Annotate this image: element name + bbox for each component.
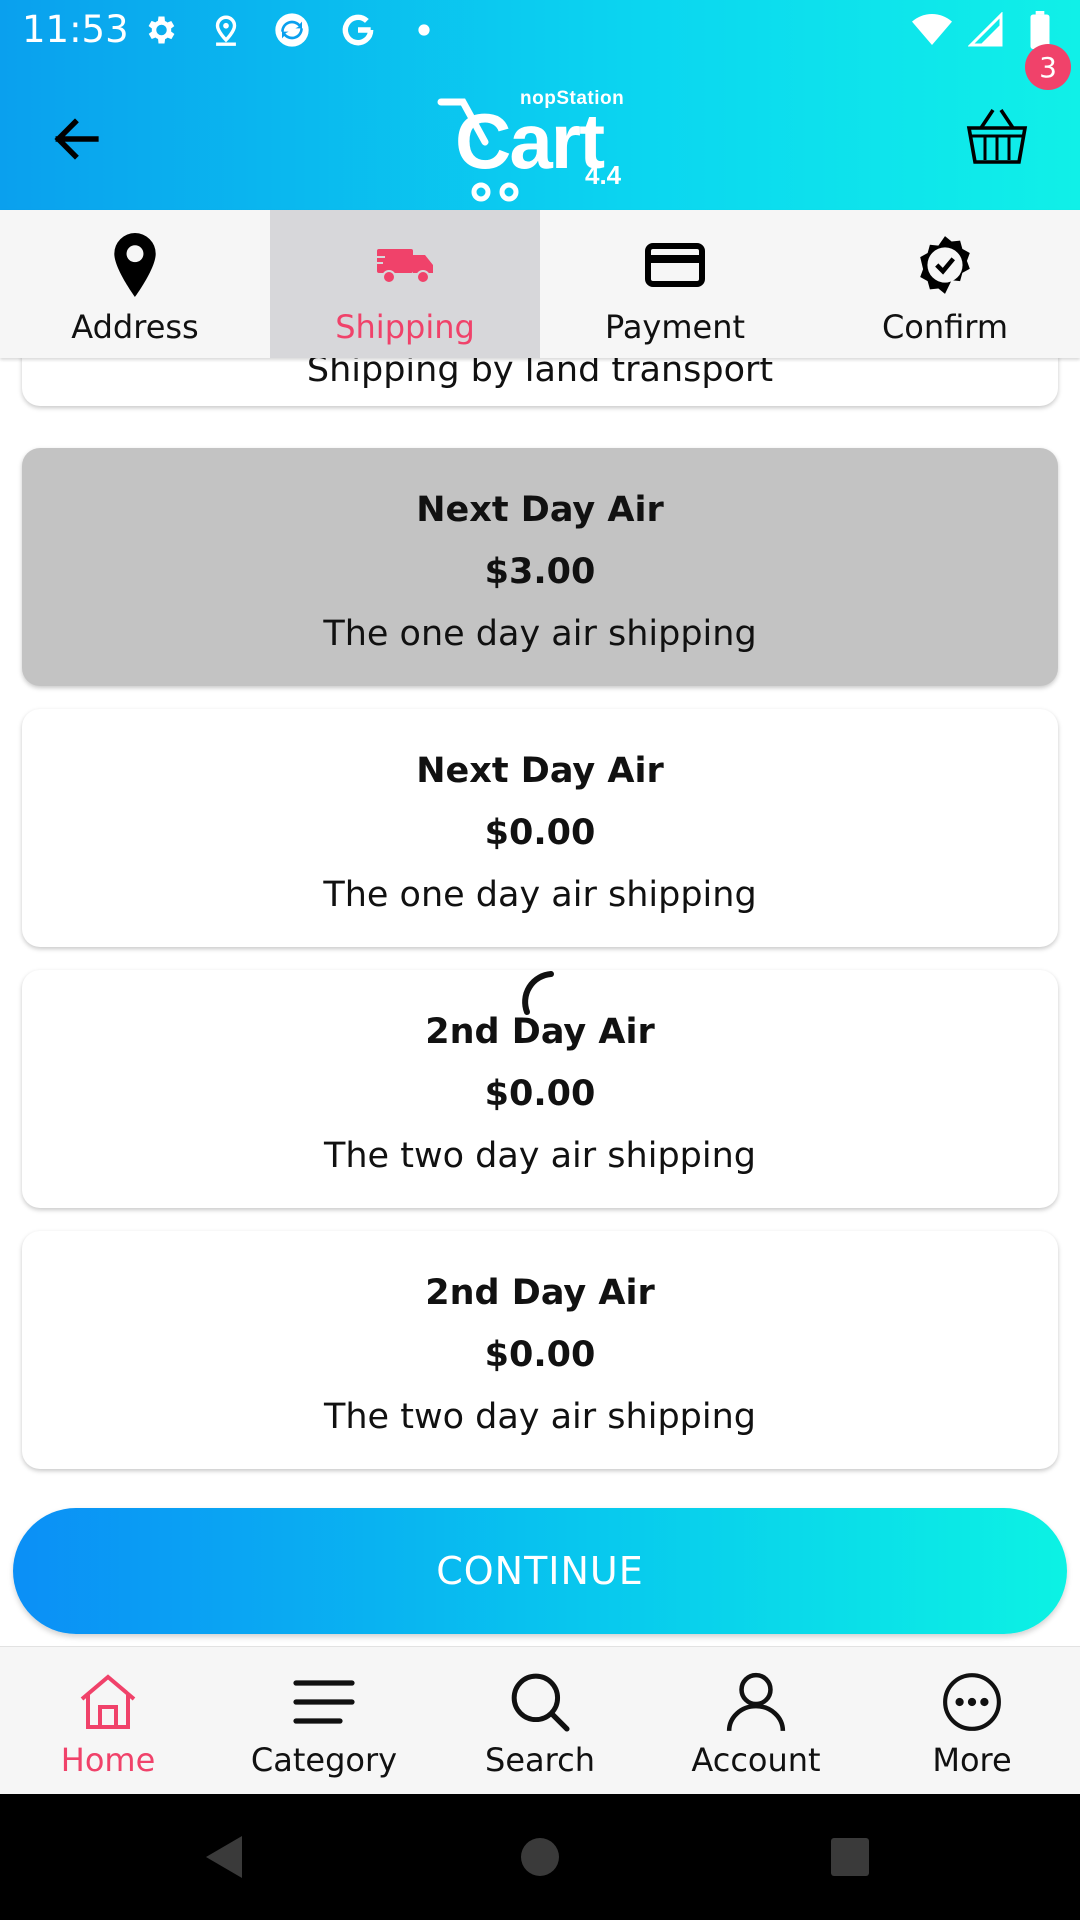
shipping-option-ground[interactable]: Shipping by land transport — [22, 358, 1058, 406]
shipping-option-name: 2nd Day Air — [425, 1273, 655, 1313]
nav-label: Account — [691, 1741, 821, 1779]
shipping-option-next-day-air-selected[interactable]: Next Day Air $3.00 The one day air shipp… — [22, 448, 1058, 686]
shipping-option-name: 2nd Day Air — [425, 1012, 655, 1052]
shipping-option-price: $0.00 — [484, 813, 596, 853]
top-bar: nopStation Cart 4.4 — [0, 64, 1080, 210]
shipping-option-description: Shipping by land transport — [306, 358, 774, 390]
system-navigation-bar — [0, 1794, 1080, 1920]
step-label: Shipping — [335, 308, 475, 346]
shipping-option-name: Next Day Air — [416, 751, 664, 791]
search-icon — [504, 1669, 576, 1735]
nav-label: More — [932, 1741, 1012, 1779]
app-logo: nopStation Cart 4.4 — [435, 82, 645, 202]
logo-version: 4.4 — [585, 160, 622, 190]
shipping-option-description: The one day air shipping — [323, 875, 757, 915]
status-icons-left — [140, 10, 444, 50]
location-icon — [206, 10, 246, 50]
shipping-option-next-day-air[interactable]: Next Day Air $0.00 The one day air shipp… — [22, 709, 1058, 947]
nav-search[interactable]: Search — [432, 1647, 648, 1795]
shipping-option-price: $3.00 — [484, 552, 596, 592]
status-bar: 11:53 — [0, 0, 1080, 64]
nav-label: Home — [60, 1741, 156, 1779]
checkout-steps: Address Shipping Payment Confirm — [0, 210, 1080, 358]
dot-icon — [404, 10, 444, 50]
shipping-option-2nd-day-air[interactable]: 2nd Day Air $0.00 The two day air shippi… — [22, 1231, 1058, 1469]
step-confirm[interactable]: Confirm — [810, 210, 1080, 358]
shipping-option-price: $0.00 — [484, 1335, 596, 1375]
step-label: Payment — [604, 308, 746, 346]
system-back-icon[interactable] — [200, 1832, 250, 1882]
credit-card-icon — [640, 230, 710, 300]
system-home-icon[interactable] — [515, 1832, 565, 1882]
nav-account[interactable]: Account — [648, 1647, 864, 1795]
cart-count-badge: 3 — [1025, 44, 1071, 90]
continue-button[interactable]: CONTINUE — [13, 1508, 1067, 1634]
cart-button[interactable] — [965, 106, 1029, 170]
settings-icon — [140, 10, 180, 50]
signal-icon — [966, 10, 1006, 50]
shipping-options-list: Shipping by land transport Next Day Air … — [0, 358, 1080, 1646]
home-icon — [72, 1669, 144, 1735]
shipping-option-description: The two day air shipping — [324, 1136, 756, 1176]
status-time: 11:53 — [22, 8, 129, 51]
logo-word: Cart — [455, 97, 605, 185]
step-shipping[interactable]: Shipping — [270, 210, 540, 358]
more-icon — [936, 1669, 1008, 1735]
step-address[interactable]: Address — [0, 210, 270, 358]
shipping-option-name: Next Day Air — [416, 490, 664, 530]
shipping-option-price: $0.00 — [484, 1074, 596, 1114]
nav-home[interactable]: Home — [0, 1647, 216, 1795]
account-icon — [720, 1669, 792, 1735]
nav-more[interactable]: More — [864, 1647, 1080, 1795]
nav-label: Category — [250, 1741, 398, 1779]
nav-category[interactable]: Category — [216, 1647, 432, 1795]
app-header: 11:53 nopStation Cart 4.4 — [0, 0, 1080, 210]
sync-icon — [272, 10, 312, 50]
shipping-option-description: The one day air shipping — [323, 614, 757, 654]
menu-icon — [288, 1669, 360, 1735]
wifi-icon — [912, 10, 952, 50]
step-label: Confirm — [881, 308, 1009, 346]
step-payment[interactable]: Payment — [540, 210, 810, 358]
arrow-left-icon — [54, 118, 99, 160]
bottom-navigation: Home Category Search Account More — [0, 1646, 1080, 1794]
truck-icon — [370, 230, 440, 300]
back-button[interactable] — [40, 104, 110, 174]
google-icon — [338, 10, 378, 50]
check-badge-icon — [910, 230, 980, 300]
system-recents-icon[interactable] — [825, 1832, 875, 1882]
location-pin-icon — [100, 230, 170, 300]
shipping-option-description: The two day air shipping — [324, 1397, 756, 1437]
basket-icon — [966, 109, 1028, 164]
nav-label: Search — [485, 1741, 595, 1779]
shipping-option-2nd-day-air[interactable]: 2nd Day Air $0.00 The two day air shippi… — [22, 970, 1058, 1208]
step-label: Address — [71, 308, 199, 346]
status-icons-right — [912, 10, 1060, 50]
